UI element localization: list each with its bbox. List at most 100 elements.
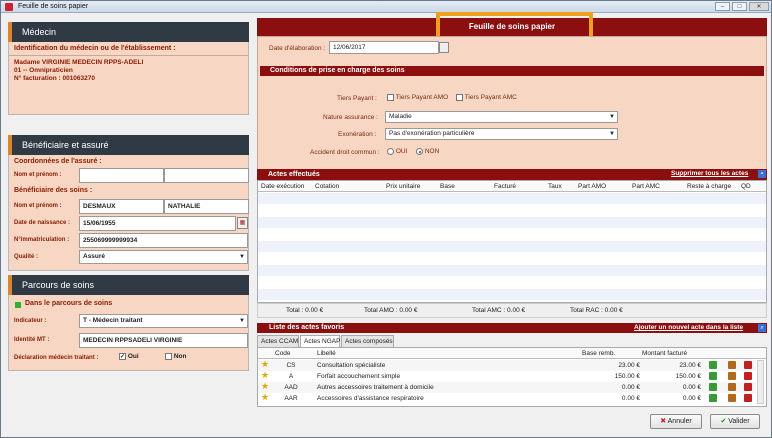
calendar-icon[interactable] [439,42,449,53]
actes-empty-row [258,205,766,216]
maximize-button[interactable]: □ [732,2,747,11]
chevron-down-icon: ▼ [609,131,615,137]
declaration-non-label: Non [173,353,187,361]
assure-nom-field[interactable] [79,168,164,183]
actes-empty-row [258,241,766,252]
tiers-label: Tiers Payant : [337,95,377,102]
naissance-field[interactable]: 15/06/1955 [79,216,236,231]
edit-icon[interactable] [728,361,736,369]
star-icon[interactable]: ★ [261,381,269,392]
row-code: AAR [284,395,298,402]
checkbox-icon[interactable] [456,94,463,101]
accident-oui[interactable]: OUI [387,148,407,155]
benef-nom-field[interactable]: DESMAUX [79,199,164,214]
benef-prenom-field[interactable]: NATHALIE [164,199,249,214]
close-button[interactable]: ✕ [749,2,769,11]
immat-field[interactable]: 255069999999934 [79,233,248,248]
chevron-down-icon: ▼ [239,254,245,260]
table-row[interactable]: ★ CS Consultation spécialiste 23.00 € 23.00 … [258,359,756,371]
qualite-select[interactable]: Assuré ▼ [79,250,248,264]
actes-col-5: Taux [548,183,562,190]
date-label: Date d'élaboration : [269,45,326,52]
cancel-button[interactable]: ✖ Annuler [650,414,702,429]
tiers-amo-label: Tiers Payant AMO [395,94,449,102]
qualite-label: Qualité : [14,254,39,260]
delete-all-link[interactable]: Supprimer tous les actes [671,170,748,177]
accident-label: Accident droit commun : [310,149,380,156]
table-row[interactable]: ★ AAR Accessoires d'assistance respiratoir… [258,392,756,404]
row-libelle: Accessoires d'assistance respiratoire [317,395,424,402]
medecin-facturation: N° facturation : 001063270 [14,75,95,82]
star-icon[interactable]: ★ [261,359,269,370]
delete-icon[interactable] [744,394,752,402]
edit-icon[interactable] [728,383,736,391]
trash-icon[interactable]: ▪ [758,170,766,178]
edit-icon[interactable] [728,372,736,380]
add-icon[interactable] [709,372,717,380]
checkbox-icon[interactable] [165,353,172,360]
row-libelle: Forfait accouchement simple [317,373,401,380]
qualite-value: Assuré [83,253,106,260]
identite-field[interactable]: MEDECIN RPPSADELI VIRGINIE [79,333,248,348]
medecin-ident-label: Identification du médecin ou de l'établi… [14,45,176,52]
delete-icon[interactable] [744,361,752,369]
tiers-amc-label: Tiers Payant AMC [464,94,517,102]
tab-2[interactable]: Actes composés [341,335,394,347]
naissance-label: Date de naissance : [14,220,71,226]
total-amo: Total AMO : 0.00 € [364,307,418,314]
add-acte-link[interactable]: Ajouter un nouvel acte dans la liste [634,324,743,331]
cancel-icon: ✖ [660,418,667,425]
declaration-non[interactable]: Non [165,353,186,360]
radio-icon[interactable] [387,148,394,155]
medecin-header: Médecin [8,22,249,42]
accident-non[interactable]: NON [416,148,439,155]
chevron-down-icon: ▼ [239,318,245,324]
actes-empty-row [258,277,766,288]
declaration-oui[interactable]: ✓ Oui [119,353,139,360]
scrollbar[interactable] [757,360,764,404]
tiers-amo[interactable]: Tiers Payant AMO [387,94,448,101]
medecin-section: Identification du médecin ou de l'établi… [8,42,249,115]
validate-button[interactable]: ✔ Valider [710,414,760,429]
nature-select[interactable]: Maladie ▼ [385,111,618,123]
star-icon[interactable]: ★ [261,370,269,381]
delete-icon[interactable] [744,383,752,391]
exo-select[interactable]: Pas d'exonération particulière ▼ [385,128,618,140]
star-icon[interactable]: ★ [261,392,269,403]
actes-empty-row [258,217,766,228]
actes-col-0: Date exécution [261,183,305,190]
calendar-icon[interactable]: ▦ [237,217,248,229]
edit-icon[interactable] [728,394,736,402]
radio-selected-icon[interactable] [416,148,423,155]
search-icon[interactable]: ⌕ [758,324,766,332]
tab-1[interactable]: Actes NGAP [300,335,340,347]
status-green-icon [15,302,21,308]
total-value: Total : 0.00 € [286,307,324,314]
table-row[interactable]: ★ AAD Autres accessoires traitement à domi… [258,381,756,393]
assure-prenom-field[interactable] [164,168,249,183]
add-icon[interactable] [709,361,717,369]
actes-empty-row [258,229,766,240]
parcours-header: Parcours de soins [8,275,249,295]
actes-grid: Date exécution Cotation Prix unitaire Base F… [257,180,767,303]
table-row[interactable]: ★ A Forfait accouchement simple 150.00 € 150… [258,370,756,382]
checkbox-checked-icon[interactable]: ✓ [119,353,126,360]
add-icon[interactable] [709,383,717,391]
minimize-button[interactable]: – [715,2,730,11]
row-base: 0.00 € [621,395,640,402]
checkbox-icon[interactable] [387,94,394,101]
tiers-amc[interactable]: Tiers Payant AMC [456,94,517,101]
actes-grid-header: Date exécution Cotation Prix unitaire Base F… [258,181,766,192]
conditions-title: Conditions de prise en charge des soins [260,66,764,76]
date-field[interactable]: 12/06/2017 [329,41,439,54]
nature-value: Maladie [389,113,412,120]
actes-col-3: Base [440,183,455,190]
delete-icon[interactable] [744,372,752,380]
tab-0[interactable]: Actes CCAM [257,335,299,347]
col-montant: Montant facturé [642,350,688,357]
row-code: AAD [284,384,298,391]
indicateur-select[interactable]: T - Médecin traitant ▼ [79,314,248,328]
add-icon[interactable] [709,394,717,402]
indicateur-label: Indicateur : [14,318,47,324]
total-rac: Total RAC : 0.00 € [570,307,623,314]
